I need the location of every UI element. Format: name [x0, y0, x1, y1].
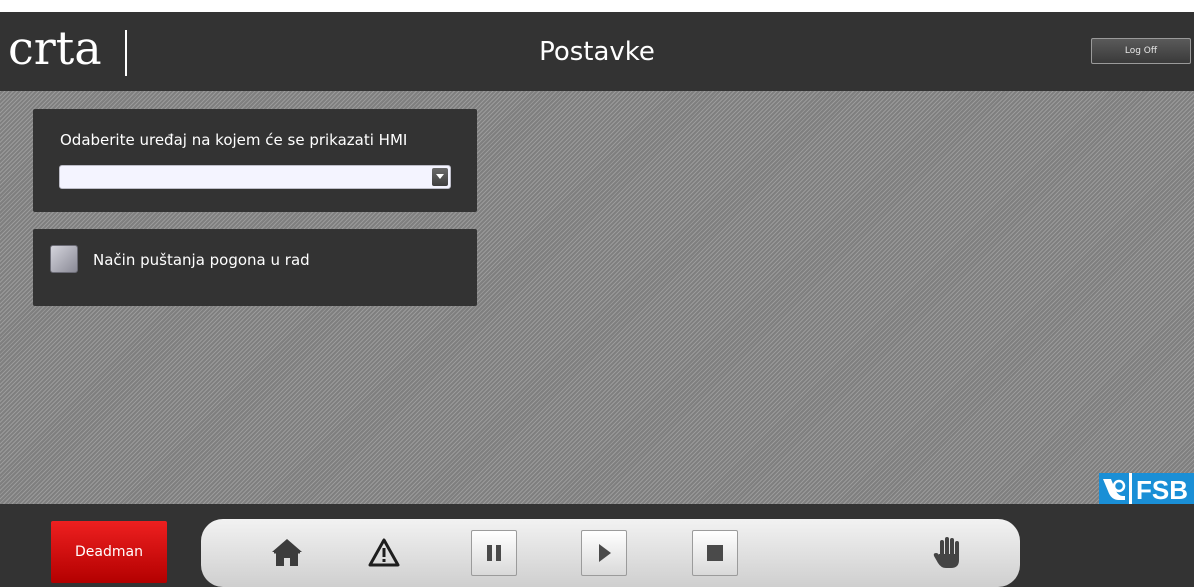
pause-icon	[487, 545, 501, 561]
device-select-panel: Odaberite uređaj na kojem će se prikazat…	[33, 109, 477, 212]
bottom-bar: Deadman	[0, 504, 1194, 587]
startup-mode-panel: Način puštanja pogona u rad	[33, 229, 477, 306]
content-area: Odaberite uređaj na kojem će se prikazat…	[0, 91, 1194, 504]
startup-mode-checkbox[interactable]	[50, 245, 78, 273]
header-bar: crta Postavke Log Off	[0, 12, 1194, 91]
stop-button[interactable]	[692, 530, 738, 576]
log-off-button[interactable]: Log Off	[1091, 38, 1191, 64]
stop-icon	[707, 545, 723, 561]
warning-icon[interactable]	[361, 530, 407, 576]
home-icon[interactable]	[264, 530, 310, 576]
hand-icon[interactable]	[925, 530, 971, 576]
device-select-label: Odaberite uređaj na kojem će se prikazat…	[60, 131, 408, 149]
fsb-logo: FSB	[1099, 473, 1194, 504]
fsb-logo-text: FSB	[1136, 475, 1188, 504]
startup-mode-label: Način puštanja pogona u rad	[93, 251, 310, 269]
chevron-down-icon[interactable]	[432, 168, 448, 186]
device-dropdown[interactable]	[59, 165, 451, 189]
app-window: crta Postavke Log Off Odaberite uređaj n…	[0, 0, 1194, 587]
deadman-button[interactable]: Deadman	[51, 521, 167, 583]
control-toolbar	[201, 519, 1020, 587]
page-title: Postavke	[539, 37, 655, 67]
pause-button[interactable]	[471, 530, 517, 576]
play-icon	[599, 544, 611, 562]
play-button[interactable]	[581, 530, 627, 576]
